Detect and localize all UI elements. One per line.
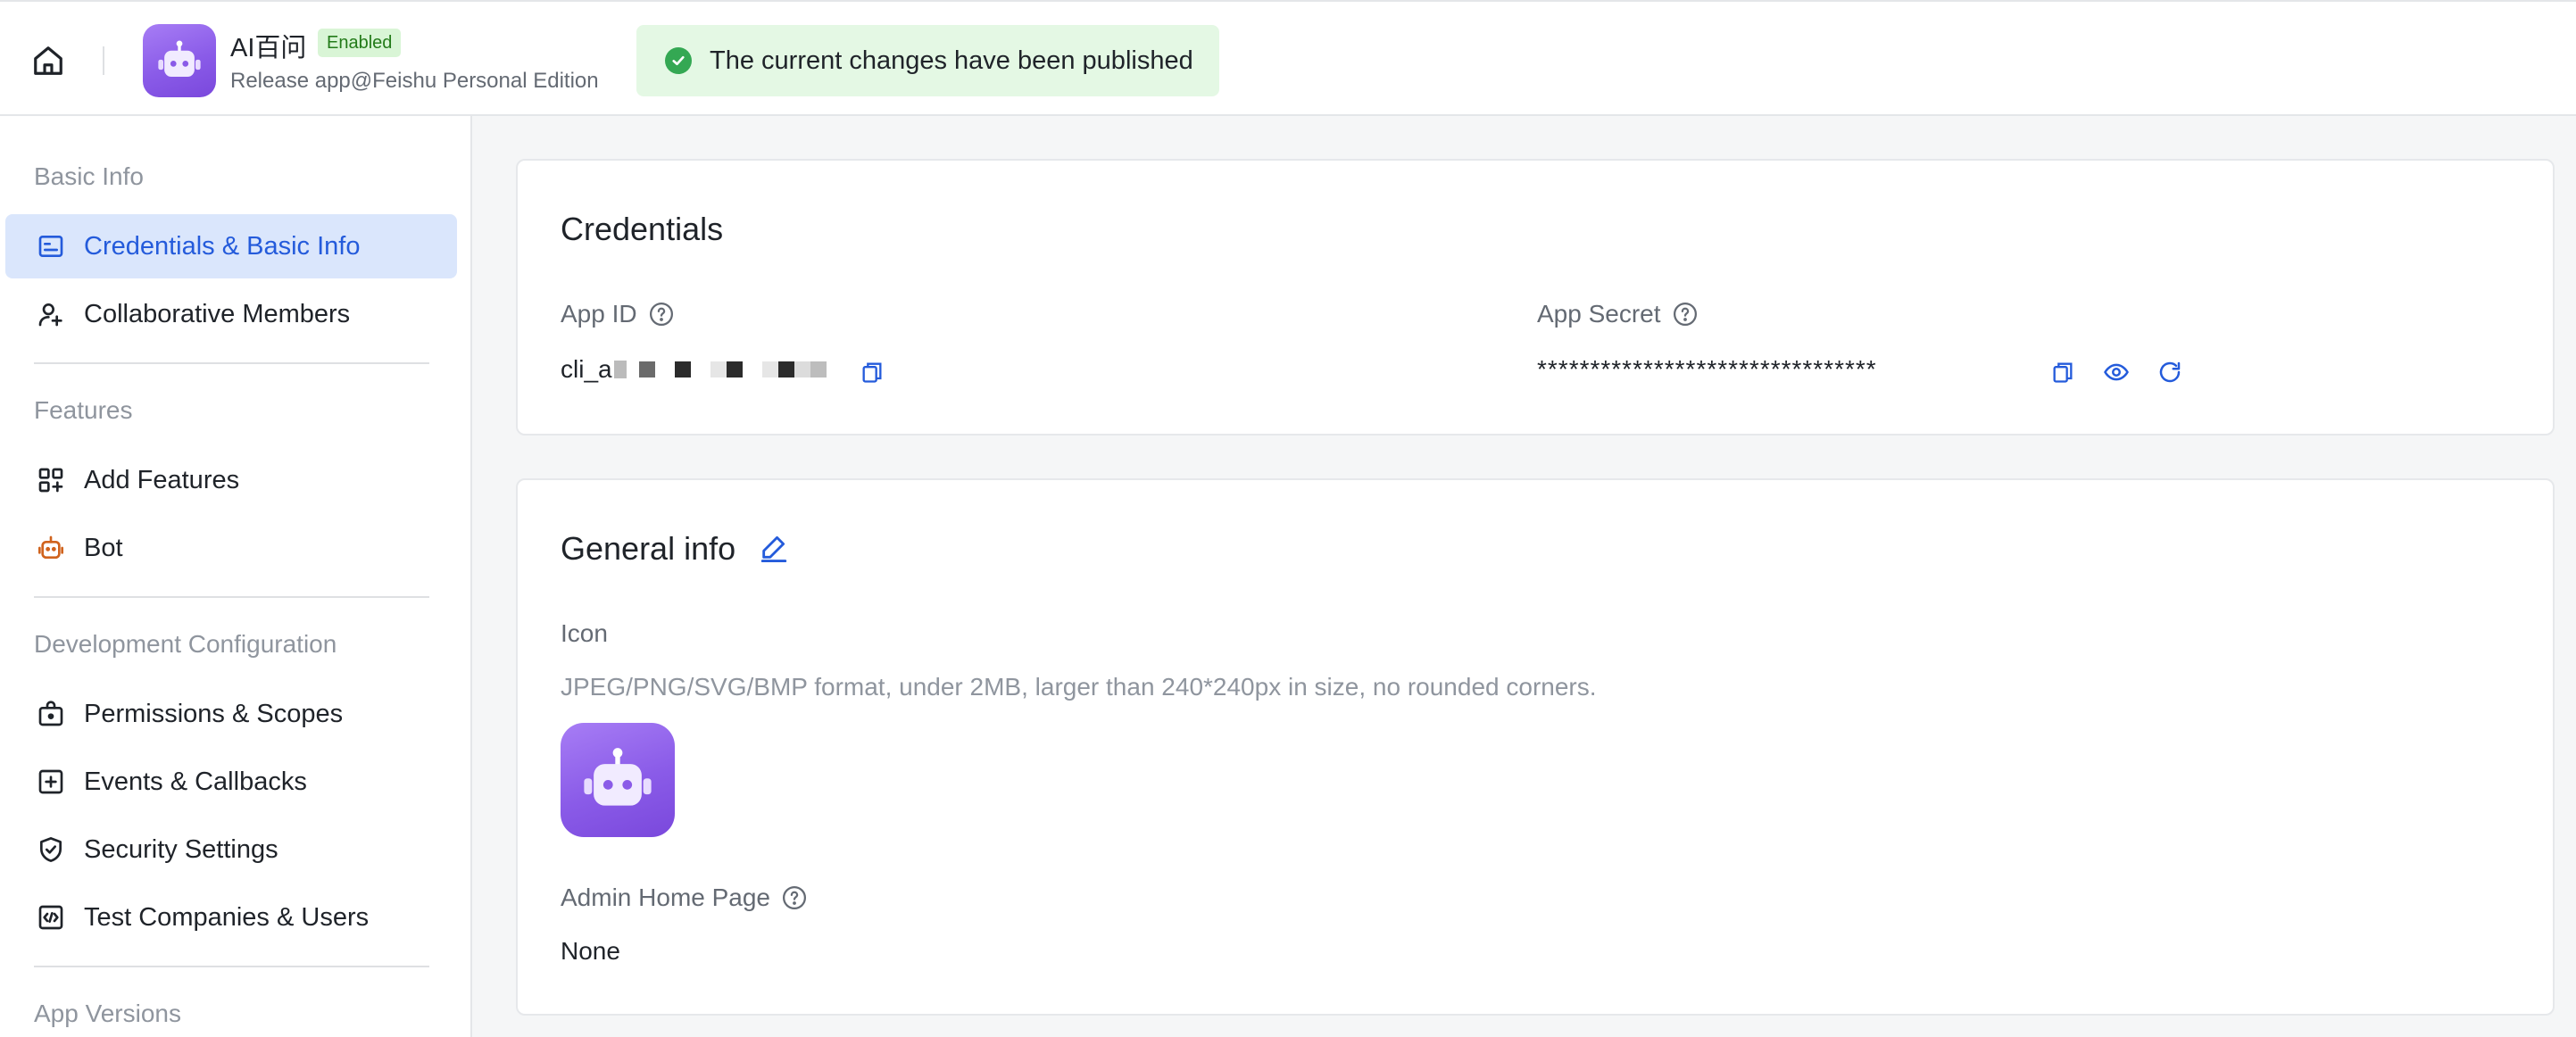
section-title-development-configuration: Development Configuration bbox=[34, 630, 337, 658]
refresh-icon bbox=[2159, 361, 2181, 383]
reset-secret-button[interactable] bbox=[2155, 357, 2185, 387]
app-secret-label: App Secret bbox=[1537, 300, 1699, 328]
check-circle-icon bbox=[665, 47, 692, 74]
sidebar-divider bbox=[34, 362, 429, 364]
sidebar-item-events-callbacks[interactable]: Events & Callbacks bbox=[5, 750, 457, 814]
credentials-card: Credentials App ID cli_a App Secret ****… bbox=[516, 159, 2555, 436]
sidebar-item-test-companies-users[interactable]: Test Companies & Users bbox=[5, 885, 457, 950]
publish-toast: The current changes have been published bbox=[636, 25, 1219, 96]
sidebar-item-add-features[interactable]: Add Features bbox=[5, 448, 457, 512]
copy-icon bbox=[862, 362, 882, 383]
grid-plus-icon bbox=[36, 465, 66, 495]
icon-label: Icon bbox=[561, 619, 608, 647]
help-icon[interactable] bbox=[781, 884, 808, 911]
home-button[interactable] bbox=[27, 41, 70, 80]
copy-icon bbox=[2053, 362, 2073, 383]
app-id-label-text: App ID bbox=[561, 300, 637, 328]
id-card-icon bbox=[36, 231, 66, 261]
code-square-icon bbox=[36, 902, 66, 933]
sidebar-item-bot[interactable]: Bot bbox=[5, 516, 457, 580]
help-icon[interactable] bbox=[648, 301, 675, 328]
sidebar-item-label: Security Settings bbox=[84, 834, 278, 864]
copy-app-id-button[interactable] bbox=[857, 357, 887, 387]
show-secret-button[interactable] bbox=[2101, 357, 2131, 387]
sidebar-item-label: Events & Callbacks bbox=[84, 767, 307, 796]
sidebar-item-label: Bot bbox=[84, 533, 123, 562]
redacted-mask bbox=[674, 361, 691, 377]
robot-icon bbox=[158, 40, 201, 77]
app-id-text: cli_a bbox=[561, 355, 612, 383]
redacted-mask bbox=[794, 361, 810, 377]
sidebar-item-credentials[interactable]: Credentials & Basic Info bbox=[5, 214, 457, 278]
section-title-app-versions: App Versions bbox=[34, 1000, 181, 1027]
copy-app-secret-button[interactable] bbox=[2048, 357, 2078, 387]
robot-icon bbox=[584, 748, 652, 806]
robot-icon bbox=[36, 533, 66, 563]
app-icon-preview[interactable] bbox=[561, 723, 675, 837]
app-id-value: cli_a bbox=[561, 355, 827, 384]
home-icon bbox=[34, 46, 62, 75]
top-header: AI百问 Enabled Release app@Feishu Personal… bbox=[0, 0, 2576, 116]
general-info-card: General info Icon JPEG/PNG/SVG/BMP forma… bbox=[516, 478, 2555, 1016]
redacted-mask bbox=[710, 361, 727, 377]
header-divider bbox=[103, 46, 104, 75]
sidebar-item-label: Permissions & Scopes bbox=[84, 699, 344, 728]
sidebar-item-permissions-scopes[interactable]: Permissions & Scopes bbox=[5, 682, 457, 746]
redacted-mask bbox=[726, 361, 743, 377]
sidebar-item-label: Collaborative Members bbox=[84, 299, 351, 328]
redacted-mask bbox=[638, 361, 655, 377]
icon-hint: JPEG/PNG/SVG/BMP format, under 2MB, larg… bbox=[561, 673, 1597, 701]
admin-home-label-text: Admin Home Page bbox=[561, 884, 771, 911]
add-user-icon bbox=[36, 299, 66, 329]
section-title-basic-info: Basic Info bbox=[34, 162, 144, 190]
admin-home-value: None bbox=[561, 937, 620, 965]
sidebar-item-security-settings[interactable]: Security Settings bbox=[5, 817, 457, 882]
sidebar-item-label: Test Companies & Users bbox=[84, 902, 370, 932]
redacted-mask bbox=[810, 361, 827, 377]
eye-icon bbox=[2104, 363, 2129, 381]
sidebar-item-label: Credentials & Basic Info bbox=[84, 231, 361, 261]
redacted-mask bbox=[777, 361, 794, 377]
status-badge: Enabled bbox=[318, 29, 402, 57]
sidebar-divider bbox=[34, 966, 429, 967]
plus-square-icon bbox=[36, 767, 66, 797]
section-title-features: Features bbox=[34, 396, 133, 424]
shield-icon bbox=[36, 834, 66, 865]
sidebar-divider bbox=[34, 596, 429, 598]
edit-general-info-button[interactable] bbox=[759, 532, 789, 562]
app-id-label: App ID bbox=[561, 300, 675, 328]
app-subtitle: Release app@Feishu Personal Edition bbox=[230, 69, 599, 93]
edit-icon bbox=[760, 535, 787, 562]
app-name: AI百问 bbox=[230, 34, 307, 62]
app-icon bbox=[143, 24, 216, 97]
lock-bag-icon bbox=[36, 699, 66, 729]
redacted-mask bbox=[761, 361, 778, 377]
redacted-mask bbox=[613, 361, 627, 378]
toast-message: The current changes have been published bbox=[710, 46, 1193, 75]
sidebar-item-collaborative-members[interactable]: Collaborative Members bbox=[5, 282, 457, 346]
app-secret-value: ******************************** bbox=[1537, 355, 1877, 383]
sidebar: Basic Info Credentials & Basic Info Coll… bbox=[0, 116, 472, 1037]
credentials-title: Credentials bbox=[561, 211, 724, 247]
help-icon[interactable] bbox=[1672, 301, 1699, 328]
sidebar-item-label: Add Features bbox=[84, 465, 240, 494]
app-secret-label-text: App Secret bbox=[1537, 300, 1661, 328]
general-info-title: General info bbox=[561, 530, 736, 567]
admin-home-label: Admin Home Page bbox=[561, 884, 808, 912]
